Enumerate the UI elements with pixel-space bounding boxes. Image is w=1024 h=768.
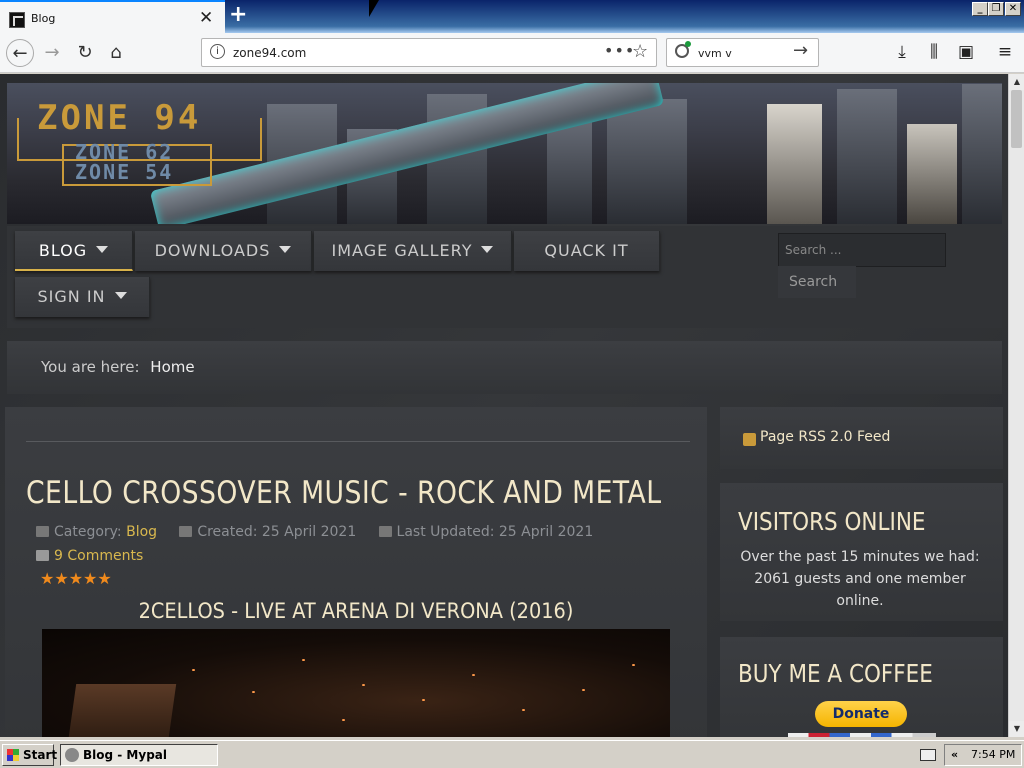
search-bar-text[interactable]: vvm v (698, 47, 732, 60)
navigation-toolbar: ← → ↻ ⌂ i zone94.com ••• ☆ vvm v → ⤓ ⫼ ▣… (0, 33, 1024, 73)
logo-sub-text-2: ZONE 54 (75, 160, 174, 184)
menu-item-label: DOWNLOADS (154, 241, 271, 260)
clock[interactable]: 7:54 PM (971, 745, 1015, 765)
video-frame-arena (67, 684, 177, 737)
forward-icon[interactable]: → (38, 39, 66, 67)
breadcrumb-prefix: You are here: (41, 358, 140, 376)
chevron-down-icon (96, 246, 109, 253)
site-search-button[interactable]: Search (778, 266, 856, 298)
page-viewport: ZONE 94 ZONE 62 ZONE 54 BLOG DOWNLOADS I… (0, 74, 1008, 737)
site-banner: ZONE 94 ZONE 62 ZONE 54 (7, 83, 1002, 224)
updated-date: Last Updated: 25 April 2021 (396, 524, 594, 540)
system-tray: « 7:54 PM (944, 744, 1022, 766)
taskbar: Start Blog - Mypal « 7:54 PM (0, 740, 1024, 768)
more-icon[interactable]: ••• (604, 41, 635, 60)
visitors-panel: VISITORS ONLINE Over the past 15 minutes… (720, 483, 1003, 621)
breadcrumb: You are here: Home (7, 341, 1002, 394)
sidebar-icon[interactable]: ▣ (953, 39, 979, 65)
visitors-text: Over the past 15 minutes we had: 2061 gu… (740, 549, 980, 609)
hamburger-menu-icon[interactable]: ≡ (992, 39, 1018, 65)
home-icon[interactable]: ⌂ (102, 39, 130, 67)
created-date: Created: 25 April 2021 (197, 524, 357, 540)
chevron-down-icon (114, 292, 127, 299)
payment-cards-image (788, 733, 936, 737)
taskbar-window-label: Blog - Mypal (83, 748, 167, 762)
comments-link[interactable]: 9 Comments (54, 548, 143, 564)
start-label: Start (23, 748, 58, 762)
scrollbar-thumb[interactable] (1011, 90, 1022, 148)
scroll-up-icon[interactable]: ▲ (1009, 74, 1024, 90)
restore-window-button[interactable]: ❐ (988, 2, 1004, 16)
tray-expand-icon[interactable]: « (951, 745, 958, 765)
divider (26, 441, 690, 442)
comment-icon (36, 550, 49, 561)
library-icon[interactable]: ⫼ (921, 39, 947, 65)
calendar-icon (378, 526, 392, 537)
back-icon[interactable]: ← (6, 39, 34, 67)
rss-icon (743, 433, 756, 446)
page-scrollbar[interactable]: ▲ ▼ (1008, 74, 1024, 737)
download-icon[interactable]: ⤓ (889, 39, 915, 65)
menu-item-label: BLOG (38, 241, 88, 260)
donate-button[interactable]: Donate (815, 701, 907, 727)
url-text[interactable]: zone94.com (233, 46, 306, 60)
menu-item-image-gallery[interactable]: IMAGE GALLERY (314, 231, 512, 271)
category-link[interactable]: Blog (126, 524, 157, 540)
menu-item-quack-it[interactable]: QUACK IT (514, 231, 660, 271)
article-meta: Category: Blog Created: 25 April 2021 La… (36, 524, 593, 540)
menu-item-blog[interactable]: BLOG (15, 231, 133, 271)
chevron-down-icon (279, 246, 292, 253)
mypal-browser-icon (65, 748, 79, 762)
tab-strip: Blog ✕ + _ ❐ ✕ (0, 0, 1024, 33)
comments-row: 9 Comments (36, 548, 143, 564)
article-title[interactable]: CELLO CROSSOVER MUSIC - ROCK AND METAL (26, 475, 661, 511)
start-button[interactable]: Start (2, 744, 58, 766)
windows-logo-icon (7, 749, 19, 761)
breadcrumb-home: Home (150, 358, 195, 376)
mouse-cursor-icon (369, 0, 379, 17)
site-favicon-icon (9, 12, 25, 28)
visitors-title: VISITORS ONLINE (738, 507, 926, 536)
article: CELLO CROSSOVER MUSIC - ROCK AND METAL C… (5, 407, 707, 737)
menu-item-label: IMAGE GALLERY (331, 241, 473, 260)
rss-panel: Page RSS 2.0 Feed (720, 407, 1003, 469)
menu-item-sign-in[interactable]: SIGN IN (15, 277, 150, 317)
close-tab-icon[interactable]: ✕ (199, 8, 213, 28)
reload-icon[interactable]: ↻ (71, 39, 99, 67)
chevron-down-icon (481, 246, 494, 253)
tab-blog[interactable]: Blog ✕ (0, 0, 225, 33)
rss-feed-link[interactable]: Page RSS 2.0 Feed (760, 429, 890, 445)
folder-icon (36, 526, 49, 537)
go-arrow-icon[interactable]: → (793, 40, 808, 61)
taskbar-window-button[interactable]: Blog - Mypal (60, 744, 218, 766)
logo-main-text: ZONE 94 (37, 98, 202, 138)
calendar-icon (179, 526, 193, 537)
category-label: Category: (54, 524, 122, 540)
coffee-title: BUY ME A COFFEE (738, 659, 933, 688)
menu-item-label: SIGN IN (37, 287, 106, 306)
bookmark-star-icon[interactable]: ☆ (632, 41, 648, 62)
site-search-input[interactable]: Search ... (778, 233, 946, 267)
info-icon[interactable]: i (210, 44, 225, 59)
article-subtitle: 2CELLOS - LIVE AT ARENA DI VERONA (2016) (138, 599, 574, 623)
close-window-button[interactable]: ✕ (1005, 2, 1021, 16)
menu-item-label: QUACK IT (544, 241, 629, 260)
video-player[interactable] (42, 629, 670, 737)
search-icon (675, 41, 691, 58)
minimize-window-button[interactable]: _ (972, 2, 988, 16)
url-bar[interactable]: i zone94.com ••• ☆ (201, 38, 657, 67)
tab-title: Blog (31, 12, 56, 25)
keyboard-icon[interactable] (920, 749, 936, 761)
menu-item-downloads[interactable]: DOWNLOADS (135, 231, 312, 271)
new-tab-icon[interactable]: + (229, 2, 247, 27)
main-menu: BLOG DOWNLOADS IMAGE GALLERY QUACK IT SI… (7, 226, 1002, 328)
coffee-panel: BUY ME A COFFEE Donate (720, 637, 1003, 737)
search-bar[interactable]: vvm v → (666, 38, 819, 67)
rating-stars[interactable]: ★★★★★ (40, 569, 112, 588)
site-logo[interactable]: ZONE 94 ZONE 62 ZONE 54 (17, 98, 262, 188)
scroll-down-icon[interactable]: ▼ (1009, 721, 1024, 737)
